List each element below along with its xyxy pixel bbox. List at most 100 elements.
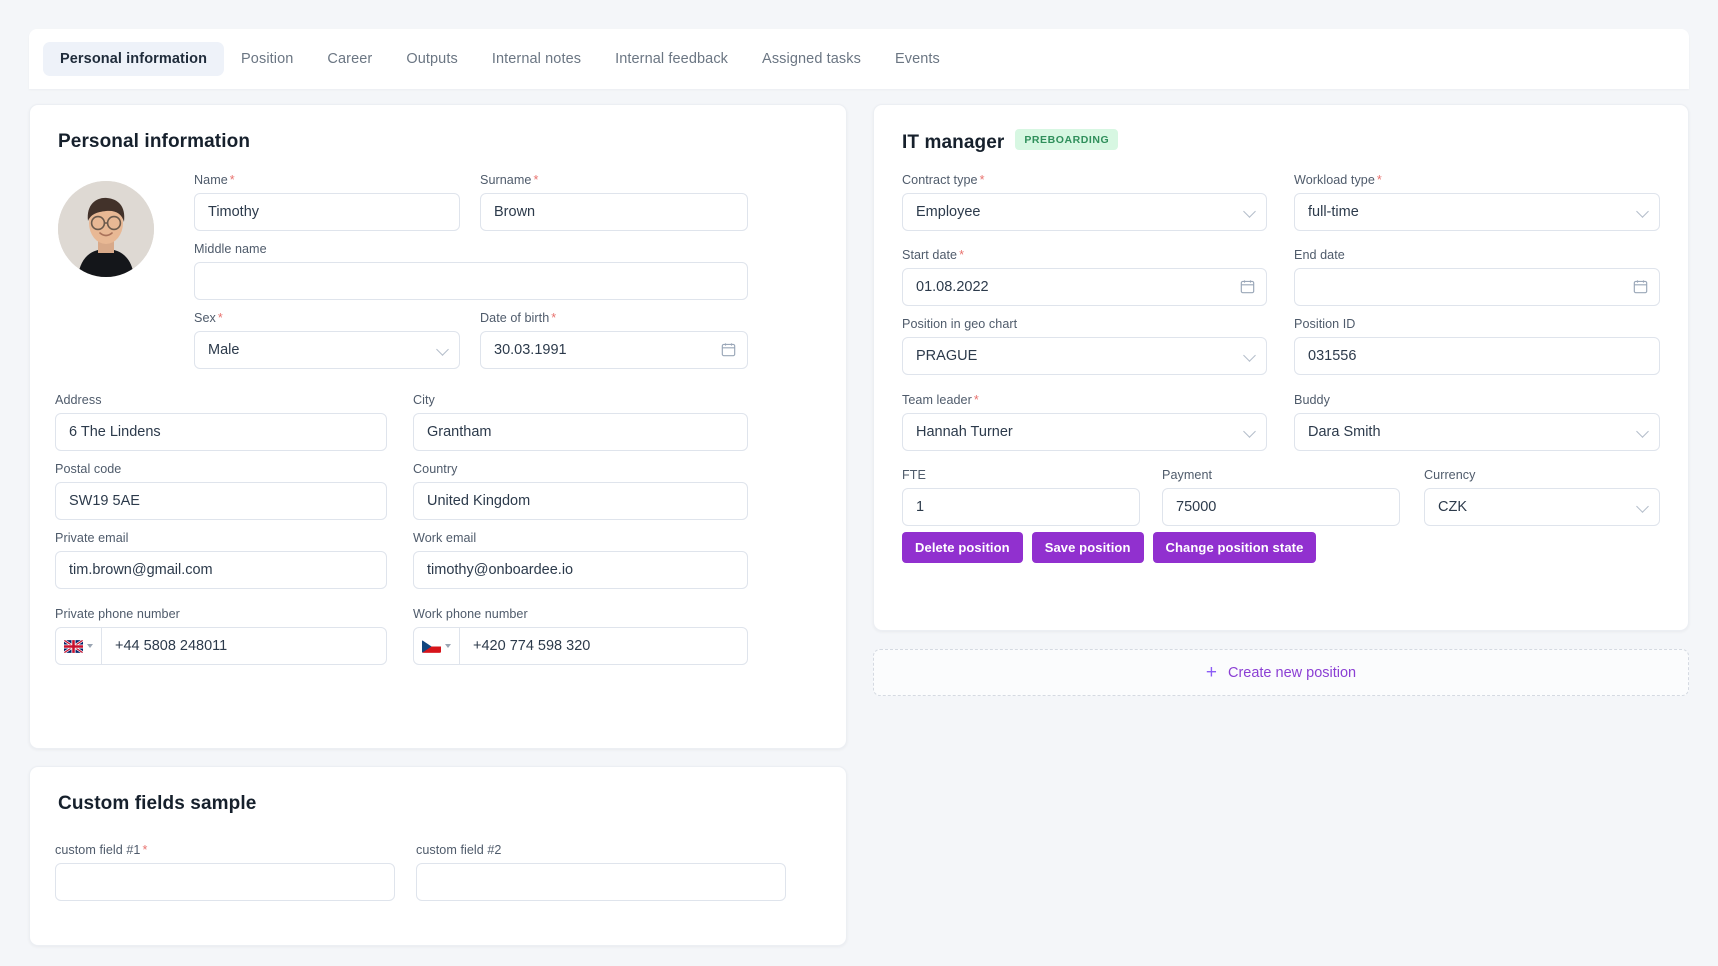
label-text: Date of birth bbox=[480, 311, 550, 325]
tab-label: Position bbox=[241, 51, 294, 67]
contract-type-field: Contract type * Employee bbox=[902, 173, 1267, 231]
create-new-position-button[interactable]: + Create new position bbox=[873, 649, 1689, 696]
save-position-button[interactable]: Save position bbox=[1031, 532, 1144, 563]
chevron-down-icon bbox=[1636, 425, 1649, 438]
geo-chart-value: PRAGUE bbox=[916, 348, 978, 364]
middle-name-field: Middle name bbox=[194, 242, 748, 300]
tab-label: Outputs bbox=[406, 51, 458, 67]
required-asterisk: * bbox=[551, 311, 557, 325]
surname-value: Brown bbox=[494, 204, 536, 220]
address-field: Address 6 The Lindens bbox=[55, 393, 387, 451]
work-email-field: Work email timothy@onboardee.io bbox=[413, 531, 748, 589]
date-of-birth-input[interactable]: 30.03.1991 bbox=[480, 331, 748, 369]
custom-field-2-input[interactable] bbox=[416, 863, 786, 901]
geo-chart-select[interactable]: PRAGUE bbox=[902, 337, 1267, 375]
sex-select[interactable]: Male bbox=[194, 331, 460, 369]
tab-label: Career bbox=[327, 51, 373, 67]
private-email-input[interactable]: tim.brown@gmail.com bbox=[55, 551, 387, 589]
tab-position[interactable]: Position bbox=[224, 42, 310, 76]
end-date-input[interactable] bbox=[1294, 268, 1660, 306]
country-code-selector-private[interactable] bbox=[56, 628, 102, 664]
contract-type-label: Contract type * bbox=[902, 173, 1267, 187]
required-asterisk: * bbox=[979, 173, 985, 187]
custom-field-1-input[interactable] bbox=[55, 863, 395, 901]
tab-career[interactable]: Career bbox=[310, 42, 389, 76]
tab-personal-information[interactable]: Personal information bbox=[43, 42, 225, 76]
buddy-label: Buddy bbox=[1294, 393, 1330, 407]
work-phone-input[interactable]: +420 774 598 320 bbox=[413, 627, 748, 665]
start-date-value: 01.08.2022 bbox=[916, 279, 989, 295]
custom-field-2: custom field #2 bbox=[416, 843, 786, 901]
private-email-field: Private email tim.brown@gmail.com bbox=[55, 531, 387, 589]
delete-position-button[interactable]: Delete position bbox=[902, 532, 1023, 563]
country-code-selector-work[interactable] bbox=[414, 628, 460, 664]
label-text: Surname bbox=[480, 173, 532, 187]
date-of-birth-label: Date of birth * bbox=[480, 311, 748, 325]
tab-assigned-tasks[interactable]: Assigned tasks bbox=[745, 42, 878, 76]
address-label: Address bbox=[55, 393, 102, 407]
chevron-down-icon bbox=[1243, 349, 1256, 362]
start-date-field: Start date * 01.08.2022 bbox=[902, 248, 1267, 306]
private-email-value: tim.brown@gmail.com bbox=[69, 562, 213, 578]
team-leader-select[interactable]: Hannah Turner bbox=[902, 413, 1267, 451]
workload-type-value: full-time bbox=[1308, 204, 1359, 220]
end-date-label: End date bbox=[1294, 248, 1345, 262]
tab-events[interactable]: Events bbox=[878, 42, 957, 76]
label-text: Sex bbox=[194, 311, 216, 325]
work-phone-field: Work phone number +420 774 598 320 bbox=[413, 607, 748, 665]
private-phone-input[interactable]: +44 5808 248011 bbox=[55, 627, 387, 665]
surname-input[interactable]: Brown bbox=[480, 193, 748, 231]
position-id-input[interactable]: 031556 bbox=[1294, 337, 1660, 375]
position-header: IT manager PREBOARDING bbox=[902, 129, 1119, 154]
sex-label: Sex * bbox=[194, 311, 460, 325]
address-input[interactable]: 6 The Lindens bbox=[55, 413, 387, 451]
work-phone-label: Work phone number bbox=[413, 607, 528, 621]
currency-select[interactable]: CZK bbox=[1424, 488, 1660, 526]
contract-type-select[interactable]: Employee bbox=[902, 193, 1267, 231]
tab-label: Events bbox=[894, 51, 940, 67]
payment-input[interactable]: 75000 bbox=[1162, 488, 1400, 526]
label-text: Contract type bbox=[902, 173, 978, 187]
custom-field-2-label: custom field #2 bbox=[416, 843, 502, 857]
surname-field: Surname * Brown bbox=[480, 173, 748, 231]
workload-type-select[interactable]: full-time bbox=[1294, 193, 1660, 231]
middle-name-input[interactable] bbox=[194, 262, 748, 300]
fte-input[interactable]: 1 bbox=[902, 488, 1140, 526]
tab-label: Internal feedback bbox=[615, 51, 729, 67]
required-asterisk: * bbox=[973, 393, 979, 407]
name-input[interactable]: Timothy bbox=[194, 193, 460, 231]
workload-type-field: Workload type * full-time bbox=[1294, 173, 1660, 231]
required-asterisk: * bbox=[142, 843, 148, 857]
calendar-icon[interactable] bbox=[1240, 279, 1255, 298]
city-input[interactable]: Grantham bbox=[413, 413, 748, 451]
start-date-input[interactable]: 01.08.2022 bbox=[902, 268, 1267, 306]
custom-field-1: custom field #1 * bbox=[55, 843, 395, 901]
buddy-select[interactable]: Dara Smith bbox=[1294, 413, 1660, 451]
surname-label: Surname * bbox=[480, 173, 748, 187]
start-date-label: Start date * bbox=[902, 248, 1267, 262]
tab-internal-notes[interactable]: Internal notes bbox=[475, 42, 598, 76]
calendar-icon[interactable] bbox=[721, 342, 736, 361]
change-position-state-button[interactable]: Change position state bbox=[1152, 532, 1317, 563]
currency-label: Currency bbox=[1424, 468, 1476, 482]
tab-outputs[interactable]: Outputs bbox=[389, 42, 474, 76]
country-input[interactable]: United Kingdom bbox=[413, 482, 748, 520]
work-email-label: Work email bbox=[413, 531, 477, 545]
custom-fields-card: Custom fields sample custom field #1 * cu… bbox=[29, 766, 847, 946]
chevron-down-icon bbox=[436, 343, 449, 356]
label-text: Start date bbox=[902, 248, 958, 262]
position-id-label: Position ID bbox=[1294, 317, 1356, 331]
chevron-down-icon bbox=[1636, 205, 1649, 218]
calendar-icon[interactable] bbox=[1633, 279, 1648, 298]
work-email-input[interactable]: timothy@onboardee.io bbox=[413, 551, 748, 589]
geo-chart-field: Position in geo chart PRAGUE bbox=[902, 317, 1267, 375]
currency-value: CZK bbox=[1438, 499, 1467, 515]
create-new-position-label: Create new position bbox=[1227, 664, 1357, 681]
country-field: Country United Kingdom bbox=[413, 462, 748, 520]
team-leader-value: Hannah Turner bbox=[916, 424, 1013, 440]
chevron-down-icon bbox=[87, 644, 93, 648]
postal-code-input[interactable]: SW19 5AE bbox=[55, 482, 387, 520]
buddy-value: Dara Smith bbox=[1308, 424, 1381, 440]
tab-internal-feedback[interactable]: Internal feedback bbox=[598, 42, 745, 76]
label-text: Team leader bbox=[902, 393, 972, 407]
